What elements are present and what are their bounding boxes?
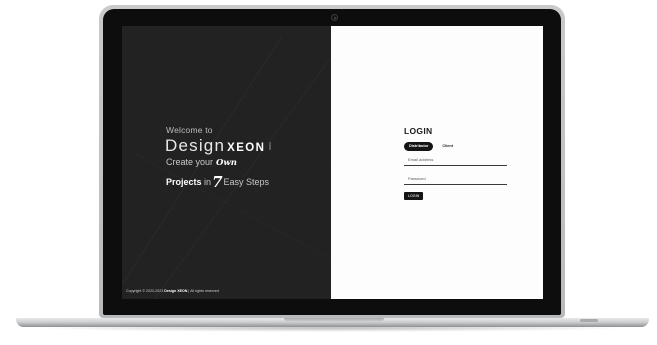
password-field[interactable] (404, 173, 507, 185)
tagline-projects: Projects in7Easy Steps (166, 173, 269, 191)
welcome-text: Welcome to (166, 125, 213, 135)
brand-design-text: Design (165, 136, 226, 155)
base-notch (284, 318, 384, 322)
tagline-in-text: in (204, 177, 212, 187)
tagline-steps-text: Easy Steps (223, 177, 270, 187)
welcome-panel: Welcome to Design XEON INDIA Create your Ow… (122, 26, 331, 299)
copyright-suffix: | All rights reserved (188, 289, 219, 293)
login-panel: LOGIN Distributor Client LOGIN (331, 26, 543, 299)
copyright-brand: Design XEON (164, 289, 188, 293)
tagline-seven-text: 7 (212, 173, 223, 191)
copyright-prefix: Copyright © 2022-2023 (126, 289, 164, 293)
laptop-mockup: Welcome to Design XEON INDIA Create your Ow… (0, 0, 657, 345)
tab-client[interactable]: Client (437, 142, 458, 151)
base-foot (580, 319, 598, 322)
tab-distributor[interactable]: Distributor (404, 142, 434, 151)
webcam-icon (331, 14, 338, 21)
login-button[interactable]: LOGIN (404, 192, 424, 200)
copyright-footer: Copyright © 2022-2023 Design XEON | All … (126, 289, 219, 293)
role-tabs: Distributor Client (404, 142, 458, 151)
email-field[interactable] (404, 154, 507, 166)
tagline-create-text: Create your (166, 157, 214, 167)
tagline-projects-text: Projects (166, 177, 202, 187)
brand-xeon-text: XEON (227, 142, 266, 154)
tagline-own-text: Own (216, 158, 237, 168)
screen: Welcome to Design XEON INDIA Create your Ow… (122, 26, 543, 299)
tagline-create: Create your Own (166, 157, 237, 168)
brand-region-text: INDIA (268, 141, 273, 151)
login-title: LOGIN (404, 126, 433, 136)
brand-logo: Design XEON INDIA (165, 136, 274, 156)
